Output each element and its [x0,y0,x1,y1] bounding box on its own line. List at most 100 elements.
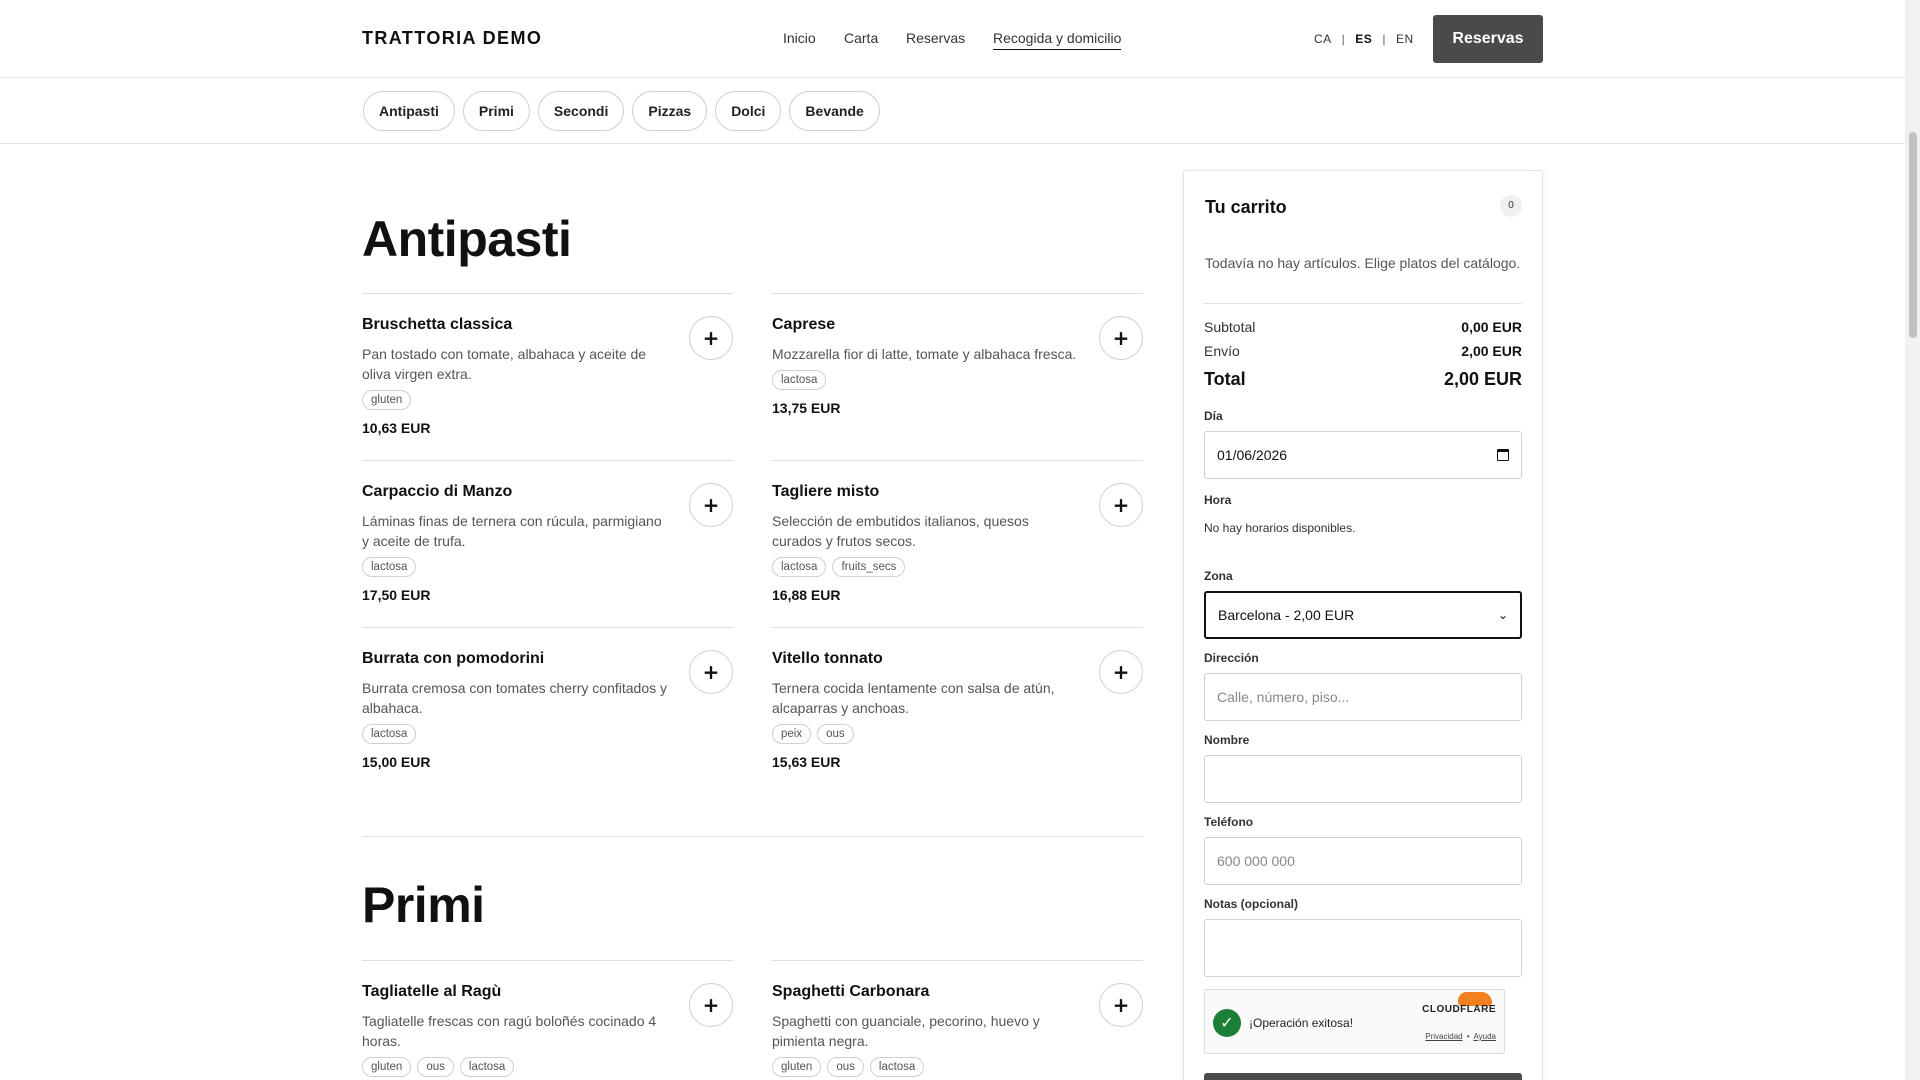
item-price: 15,63 EUR [772,754,841,770]
item-description: Pan tostado con tomate, albahaca y aceit… [362,346,647,382]
phone-label: Teléfono [1204,815,1254,829]
brand-logo[interactable]: TRATTORIA DEMO [362,28,542,49]
name-input[interactable] [1204,755,1522,803]
allergen-tag: peix [772,724,812,744]
calendar-icon[interactable] [1497,449,1509,461]
allergen-tag: gluten [362,390,412,410]
item-name: Vitello tonnato [772,650,883,667]
allergen-tag: lactosa [362,724,417,744]
checkmark-icon: ✓ [1213,1009,1241,1037]
captcha-privacy-link[interactable]: Privacidad [1425,1032,1462,1041]
allergen-tag: fruits_secs [832,557,906,577]
no-hours-message: No hay horarios disponibles. [1204,521,1356,535]
add-to-cart-button[interactable]: + [689,483,733,527]
captcha-links: Privacidad • Ayuda [1425,1032,1496,1041]
item-name: Tagliatelle al Ragù [362,983,502,1000]
allergen-tags: lactosa fruits_secs [772,557,1143,577]
captcha-link-separator: • [1466,1032,1470,1041]
language-switcher: CA | ES | EN [1314,32,1414,46]
day-date-input[interactable]: 01/06/2026 [1204,431,1522,479]
category-chip-secondi[interactable]: Secondi [537,91,625,131]
category-chip-dolci[interactable]: Dolci [715,91,782,131]
lang-separator: | [1341,32,1346,46]
lang-ca[interactable]: CA [1314,32,1332,46]
add-to-cart-button[interactable]: + [689,316,733,360]
hour-label: Hora [1204,493,1232,507]
nav-reservas[interactable]: Reservas [906,30,965,46]
nav-carta[interactable]: Carta [844,30,878,46]
menu-item: Vitello tonnato Ternera cocida lentament… [772,627,1143,770]
scrollbar-thumb[interactable] [1909,132,1917,338]
zone-label: Zona [1204,569,1233,583]
address-input[interactable]: Calle, número, piso... [1204,673,1522,721]
add-to-cart-button[interactable]: + [1099,983,1143,1027]
add-to-cart-button[interactable]: + [1099,483,1143,527]
chevron-down-icon: ⌄ [1497,608,1508,622]
add-to-cart-button[interactable]: + [1099,650,1143,694]
item-name: Burrata con pomodorini [362,650,545,667]
cart-empty-message: Todavía no hay artículos. Elige platos d… [1205,255,1521,271]
section-title-antipasti: Antipasti [362,211,572,267]
item-price: 10,63 EUR [362,420,431,436]
nav-inicio[interactable]: Inicio [783,30,816,46]
item-description: Tagliatelle frescas con ragú boloñés coc… [362,1013,657,1049]
page-scrollbar[interactable] [1905,0,1920,1080]
cart-title: Tu carrito [1205,197,1287,217]
category-chip-antipasti[interactable]: Antipasti [363,91,455,131]
allergen-tag: lactosa [772,370,827,390]
notes-label: Notas (opcional) [1204,897,1299,911]
category-chip-bevande[interactable]: Bevande [789,91,880,131]
shipping-value: 2,00 EUR [1461,343,1522,359]
item-description: Ternera cocida lentamente con salsa de a… [772,680,1055,716]
menu-item: Tagliere misto Selección de embutidos it… [772,460,1143,603]
add-to-cart-button[interactable]: + [1099,316,1143,360]
item-name: Carpaccio di Manzo [362,483,513,500]
item-name: Caprese [772,316,836,333]
allergen-tag: lactosa [869,1057,925,1077]
allergen-tag: ous [417,1057,454,1077]
reservas-button[interactable]: Reservas [1433,15,1543,63]
add-to-cart-button[interactable]: + [689,650,733,694]
menu-item: Caprese Mozzarella fior di latte, tomate… [772,293,1143,416]
cloudflare-logo: CLOUDFLARE [1422,1004,1496,1015]
name-label: Nombre [1204,733,1250,747]
top-navbar: TRATTORIA DEMO Inicio Carta Reservas Rec… [0,0,1905,78]
category-chip-primi[interactable]: Primi [462,91,530,131]
lang-es[interactable]: ES [1355,32,1372,46]
notes-textarea[interactable] [1204,919,1522,977]
allergen-tag: gluten [772,1057,822,1077]
allergen-tags: lactosa [362,557,733,577]
lang-separator: | [1382,32,1386,46]
total-label: Total [1204,369,1246,389]
allergen-tags: peix ous [772,724,1143,744]
day-label: Día [1204,409,1223,423]
item-description: Láminas finas de ternera con rúcula, par… [362,513,662,549]
item-name: Tagliere misto [772,483,880,500]
item-price: 13,75 EUR [772,400,841,416]
zone-select[interactable]: Barcelona - 2,00 EUR ⌄ [1204,591,1522,639]
allergen-tags: gluten ous lactosa [772,1057,1143,1077]
menu-item: Burrata con pomodorini Burrata cremosa c… [362,627,733,770]
captcha-help-link[interactable]: Ayuda [1473,1032,1496,1041]
shipping-row: Envío 2,00 EUR [1204,343,1522,359]
captcha-widget[interactable]: ✓ ¡Operación exitosa! CLOUDFLARE Privaci… [1204,989,1505,1054]
address-label: Dirección [1204,651,1259,665]
subtotal-label: Subtotal [1204,319,1256,335]
captcha-success-text: ¡Operación exitosa! [1249,1016,1354,1030]
add-to-cart-button[interactable]: + [689,983,733,1027]
category-chips: Antipasti Primi Secondi Pizzas Dolci Bev… [363,91,880,131]
category-chip-pizzas[interactable]: Pizzas [632,91,708,131]
submit-order-button[interactable] [1204,1073,1522,1080]
total-value: 2,00 EUR [1443,369,1522,389]
allergen-tag: gluten [362,1057,412,1077]
cart-count-badge: 0 [1500,195,1522,217]
day-value: 01/06/2026 [1217,447,1288,463]
total-row: Total 2,00 EUR [1204,369,1522,390]
phone-input[interactable]: 600 000 000 [1204,837,1522,885]
lang-en[interactable]: EN [1396,32,1414,46]
nav-recogida-domicilio[interactable]: Recogida y domicilio [993,30,1122,50]
section-divider [362,836,1143,837]
item-name: Spaghetti Carbonara [772,983,930,1000]
allergen-tag: ous [827,1057,864,1077]
item-price: 17,50 EUR [362,587,431,603]
